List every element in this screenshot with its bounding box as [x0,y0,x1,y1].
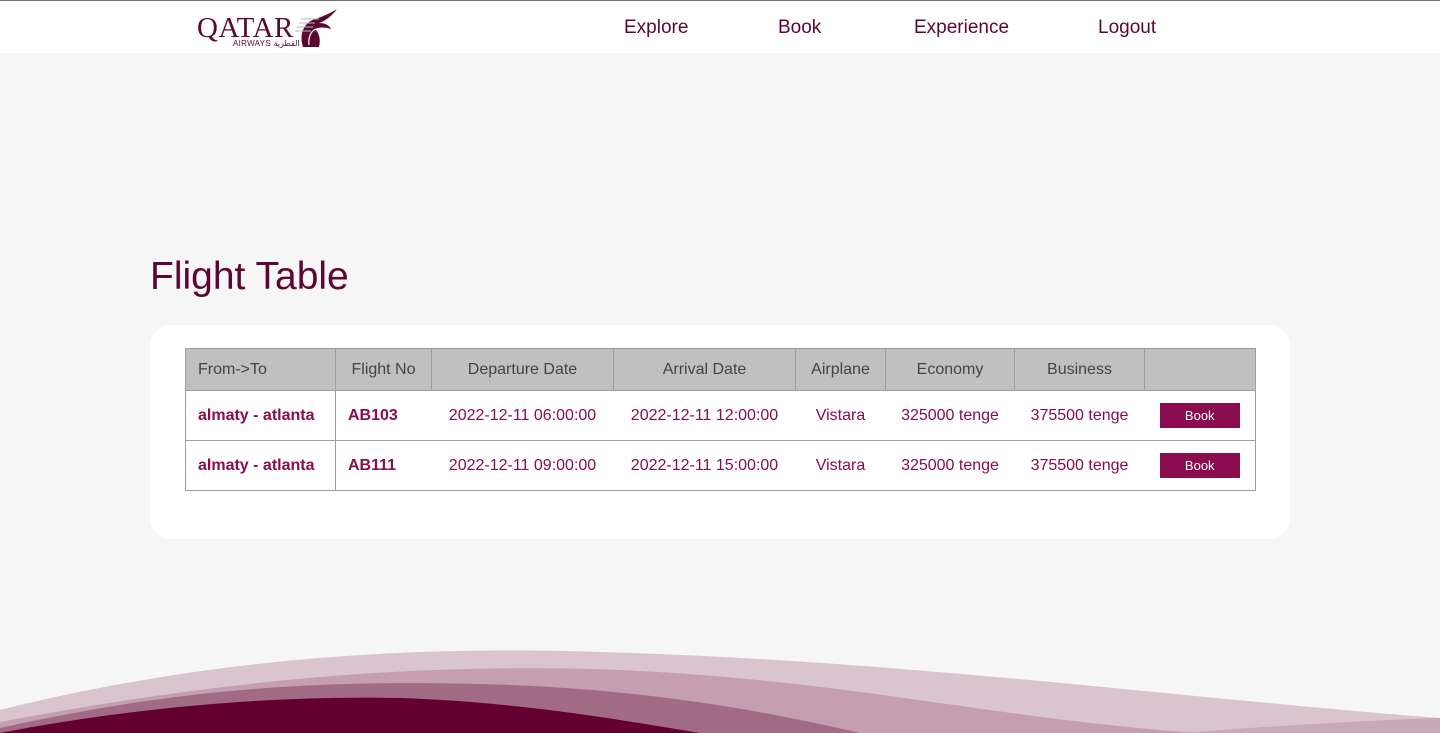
cell-arrival: 2022-12-11 15:00:00 [613,440,796,491]
nav-logout[interactable]: Logout [1098,17,1156,39]
header-economy: Economy [885,348,1015,391]
book-button[interactable]: Book [1159,453,1240,478]
header-from-to: From->To [185,348,336,391]
top-navbar: QATAR AIRWAYS القطرية Explore Book Exper… [0,1,1440,53]
page-title: Flight Table [150,255,349,298]
cell-economy-price: 325000 tenge [885,390,1015,441]
flight-table: From->To Flight No Departure Date Arriva… [185,348,1256,491]
table-row: almaty - atlanta AB103 2022-12-11 06:00:… [185,390,1256,441]
header-airplane: Airplane [795,348,886,391]
flight-table-card: From->To Flight No Departure Date Arriva… [150,325,1290,539]
header-business: Business [1014,348,1145,391]
header-arrival-date: Arrival Date [613,348,796,391]
nav-experience[interactable]: Experience [914,17,1009,39]
nav-book[interactable]: Book [778,17,821,39]
cell-flight-no: AB103 [335,390,432,441]
cell-arrival: 2022-12-11 12:00:00 [613,390,796,441]
cell-route: almaty - atlanta [185,440,336,491]
cell-route: almaty - atlanta [185,390,336,441]
book-button[interactable]: Book [1159,403,1240,428]
oryx-logo-icon [295,9,337,47]
header-action [1144,348,1256,391]
cell-action: Book [1144,440,1256,491]
cell-airplane: Vistara [795,390,886,441]
cell-departure: 2022-12-11 09:00:00 [431,440,614,491]
nav-explore[interactable]: Explore [624,17,688,39]
table-row: almaty - atlanta AB111 2022-12-11 09:00:… [185,440,1256,491]
qatar-airways-logo[interactable]: QATAR AIRWAYS القطرية [197,7,342,51]
decorative-footer-waves [0,650,1440,733]
cell-business-price: 375500 tenge [1014,390,1145,441]
cell-airplane: Vistara [795,440,886,491]
header-departure-date: Departure Date [431,348,614,391]
cell-economy-price: 325000 tenge [885,440,1015,491]
cell-action: Book [1144,390,1256,441]
cell-departure: 2022-12-11 06:00:00 [431,390,614,441]
table-header-row: From->To Flight No Departure Date Arriva… [185,348,1256,391]
header-flight-no: Flight No [335,348,432,391]
cell-flight-no: AB111 [335,440,432,491]
cell-business-price: 375500 tenge [1014,440,1145,491]
